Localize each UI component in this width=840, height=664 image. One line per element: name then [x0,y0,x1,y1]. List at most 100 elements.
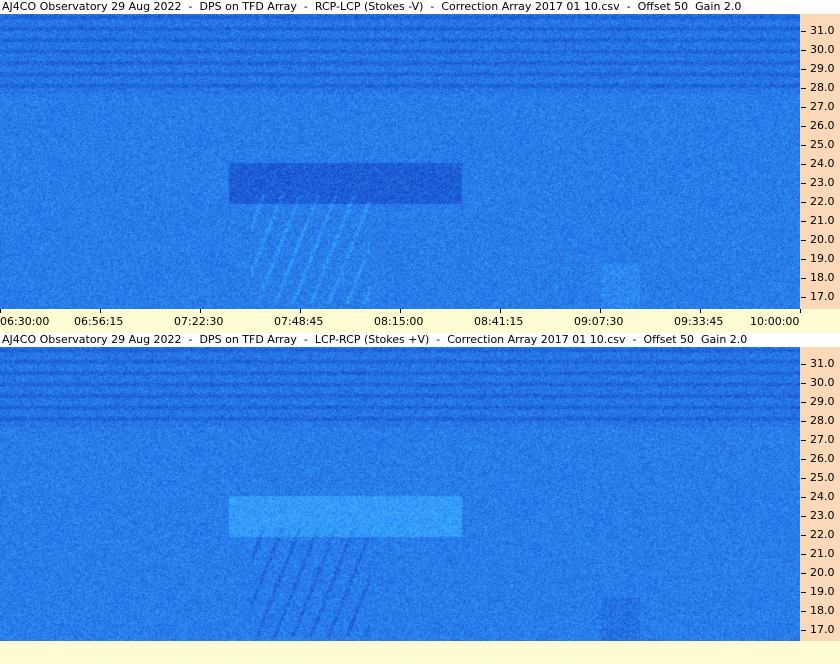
frequency-tick-mark [801,535,806,536]
frequency-tick-mark [801,611,806,612]
spectrogram-plot-top[interactable] [0,14,800,309]
frequency-tick-text: 17.0 [810,290,835,303]
frequency-tick-mark [801,278,806,279]
frequency-tick-text: 23.0 [810,176,835,189]
time-tick-text: 07:48:45 [274,315,324,328]
spectrogram-title-top: AJ4CO Observatory 29 Aug 2022 - DPS on T… [0,0,840,14]
time-tick-mark [200,309,201,313]
frequency-tick-mark [801,459,806,460]
frequency-tick-label: 17.0 [800,291,840,303]
frequency-tick-mark [801,383,806,384]
frequency-tick-label: 24.0 [800,158,840,170]
frequency-tick-text: 18.0 [810,271,835,284]
frequency-tick-text: 26.0 [810,119,835,132]
time-tick-mark [800,309,801,313]
frequency-tick-text: 30.0 [810,43,835,56]
time-tick-text: 06:30:00 [0,315,50,328]
frequency-tick-text: 23.0 [810,509,835,522]
frequency-tick-mark [801,31,806,32]
frequency-tick-text: 29.0 [810,62,835,75]
time-axis: 06:30:00 06:56:15 07:22:30 07:48:45 08:15:00… [0,309,840,333]
time-tick-mark [100,309,101,313]
frequency-tick-text: 27.0 [810,100,835,113]
frequency-tick-text: 24.0 [810,490,835,503]
frequency-tick-mark [801,554,806,555]
frequency-tick-label: 21.0 [800,215,840,227]
spectrogram-plot-bottom[interactable] [0,347,800,641]
frequency-tick-mark [801,516,806,517]
time-tick-text: 06:56:15 [74,315,124,328]
frequency-tick-text: 24.0 [810,157,835,170]
frequency-tick-label: 26.0 [800,453,840,465]
frequency-tick-label: 25.0 [800,472,840,484]
time-tick-mark [0,309,1,313]
time-tick-text: 08:15:00 [374,315,424,328]
frequency-tick-mark [801,50,806,51]
spectrogram-canvas-bottom [0,347,800,641]
frequency-tick-text: 25.0 [810,471,835,484]
frequency-tick-mark [801,145,806,146]
frequency-tick-label: 22.0 [800,529,840,541]
spectrogram-title-bottom: AJ4CO Observatory 29 Aug 2022 - DPS on T… [0,333,840,347]
frequency-tick-text: 22.0 [810,528,835,541]
time-tick-mark [700,309,701,313]
frequency-tick-mark [801,630,806,631]
time-tick-mark [500,309,501,313]
frequency-tick-text: 22.0 [810,195,835,208]
frequency-tick-label: 24.0 [800,491,840,503]
frequency-tick-mark [801,259,806,260]
time-tick-text: 08:41:15 [474,315,524,328]
frequency-tick-mark [801,88,806,89]
frequency-tick-label: 18.0 [800,272,840,284]
frequency-tick-text: 19.0 [810,585,835,598]
frequency-tick-mark [801,126,806,127]
frequency-tick-mark [801,183,806,184]
frequency-tick-mark [801,573,806,574]
frequency-tick-text: 19.0 [810,252,835,265]
frequency-tick-text: 20.0 [810,233,835,246]
frequency-tick-mark [801,69,806,70]
frequency-tick-label: 20.0 [800,234,840,246]
frequency-axis-bottom: 31.0 30.0 29.0 28.0 27.0 26.0 25.0 24.0 23.0 22.0… [800,347,840,641]
time-tick-text: 09:07:30 [574,315,624,328]
frequency-tick-mark [801,202,806,203]
frequency-tick-label: 19.0 [800,586,840,598]
time-tick-mark [300,309,301,313]
time-tick-mark [400,309,401,313]
frequency-tick-text: 31.0 [810,24,835,37]
frequency-tick-text: 31.0 [810,357,835,370]
frequency-tick-mark [801,440,806,441]
frequency-tick-mark [801,297,806,298]
frequency-tick-mark [801,497,806,498]
frequency-tick-label: 25.0 [800,139,840,151]
frequency-tick-mark [801,402,806,403]
frequency-tick-text: 28.0 [810,81,835,94]
frequency-tick-text: 25.0 [810,138,835,151]
frequency-tick-mark [801,107,806,108]
time-tick-mark [600,309,601,313]
frequency-tick-label: 17.0 [800,624,840,636]
frequency-tick-label: 22.0 [800,196,840,208]
frequency-tick-mark [801,240,806,241]
frequency-tick-mark [801,221,806,222]
frequency-tick-label: 27.0 [800,101,840,113]
frequency-tick-mark [801,478,806,479]
frequency-tick-label: 30.0 [800,44,840,56]
time-tick-text: 09:33:45 [674,315,724,328]
frequency-tick-label: 27.0 [800,434,840,446]
time-tick-text: 07:22:30 [174,315,224,328]
frequency-tick-label: 29.0 [800,63,840,75]
frequency-tick-mark [801,364,806,365]
frequency-tick-text: 21.0 [810,547,835,560]
frequency-tick-text: 29.0 [810,395,835,408]
frequency-tick-text: 26.0 [810,452,835,465]
frequency-tick-label: 23.0 [800,177,840,189]
spectrogram-canvas-top [0,14,800,309]
frequency-tick-label: 26.0 [800,120,840,132]
frequency-tick-text: 17.0 [810,623,835,636]
frequency-tick-label: 21.0 [800,548,840,560]
frequency-tick-text: 28.0 [810,414,835,427]
status-strip [0,641,840,664]
frequency-tick-label: 31.0 [800,358,840,370]
frequency-tick-text: 27.0 [810,433,835,446]
